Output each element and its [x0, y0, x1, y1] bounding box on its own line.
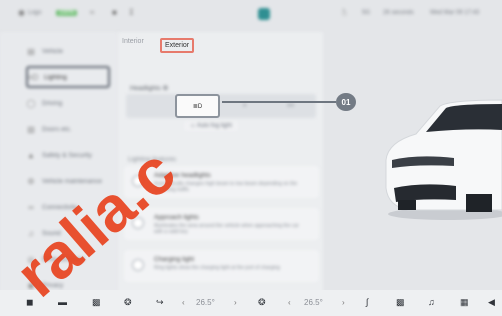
volume-icon[interactable]: ◀	[488, 297, 495, 308]
sidebar: ▤ Vehicle ≡D Lighting ◯ Driving ▧ Doors …	[0, 32, 118, 300]
temp-right-decrease[interactable]: ‹	[288, 298, 291, 307]
adaptive-headlights-checkbox[interactable]	[132, 175, 144, 187]
status-bar: ◉ Logo 100% ≈ ■ ↧ ᚢ 5G 26 seconds Wed Ma…	[0, 0, 502, 26]
tab-exterior[interactable]: Exterior	[160, 38, 195, 53]
card-title: Approach lights	[154, 214, 199, 221]
card-description: Ring lights show the charging light at t…	[154, 265, 280, 271]
headlights-option-position[interactable]: ≡	[222, 94, 267, 118]
low-beam-icon: ≣D	[192, 103, 203, 110]
temp-left-decrease[interactable]: ‹	[182, 298, 185, 307]
speaker-icon: ♫	[28, 228, 34, 238]
sidebar-item-sound[interactable]: ♫ Sound	[26, 222, 112, 244]
approach-lights-checkbox[interactable]	[132, 217, 144, 229]
sidebar-item-label: Doors etc.	[42, 125, 72, 133]
battery-badge: 100%	[56, 10, 78, 16]
lighting-features-label: Lighting features	[128, 156, 177, 163]
sidebar-item-connectivity[interactable]: ∞ Connectivity	[26, 196, 112, 218]
temp-right-increase[interactable]: ›	[342, 298, 345, 307]
seat-icon[interactable]: ▩	[396, 297, 405, 308]
car-icon: ▤	[27, 46, 35, 56]
seat-icon[interactable]: ▩	[92, 297, 101, 308]
front-wheel-left	[398, 200, 416, 210]
headlights-label: Headlights ⚙	[130, 85, 169, 92]
sidebar-item-label: Sound	[42, 229, 61, 237]
headlights-option-high[interactable]: ≡≡	[268, 94, 313, 118]
card-adaptive-headlights[interactable]: Adaptive headlights Automatically change…	[124, 166, 319, 198]
music-icon[interactable]: ♫	[428, 297, 435, 307]
sidebar-item-vehicle[interactable]: ▤ Vehicle	[26, 40, 112, 62]
card-charging-light[interactable]: Charging light Ring lights show the char…	[124, 250, 319, 282]
card-description: Automatically changes high beam to low b…	[154, 181, 298, 193]
lock-icon: ◉	[18, 8, 25, 17]
shield-icon: ▲	[27, 150, 35, 160]
car-icon[interactable]: ▬	[58, 297, 67, 307]
sidebar-item-label: Vehicle maintenance	[42, 177, 102, 185]
temp-left-value: 26.5°	[196, 298, 215, 307]
folder-icon: ■	[112, 8, 117, 17]
fan-icon[interactable]: ❂	[124, 297, 132, 308]
sidebar-item-safety[interactable]: ▲ Safety & Security	[26, 144, 112, 166]
auto-fog-light-label: Auto fog light	[196, 123, 232, 129]
fan-icon[interactable]: ❂	[258, 297, 266, 308]
lock-icon: ◉	[27, 280, 35, 290]
sidebar-item-label: Vehicle	[42, 47, 63, 55]
temp-left-increase[interactable]: ›	[234, 298, 237, 307]
seat-heat-icon[interactable]: ∫	[366, 297, 368, 307]
sidebar-item-label: Connectivity	[42, 203, 78, 211]
home-icon[interactable]: ◼	[26, 297, 33, 308]
sidebar-item-label: Driving	[42, 99, 63, 107]
apps-icon[interactable]: ▦	[460, 297, 469, 308]
auto-fog-light-toggle[interactable]: ☼ Auto fog light	[184, 121, 238, 131]
clock-text: 26 seconds	[383, 10, 414, 16]
headlights-option-off[interactable]	[128, 94, 173, 118]
door-icon: ▧	[27, 124, 35, 134]
card-title: Adaptive headlights	[154, 172, 211, 179]
link-icon: ∞	[28, 202, 34, 212]
callout-number: 01	[336, 93, 356, 111]
card-title: Charging light	[154, 256, 195, 263]
status-logo-text: Logo	[28, 10, 42, 16]
callout-line	[222, 101, 336, 103]
card-description: Illuminates the area around the vehicle …	[154, 223, 299, 235]
headlights-option-low-beam[interactable]: ≣D	[175, 94, 220, 118]
wifi-icon: ≈	[90, 8, 95, 17]
front-wheel-right	[466, 194, 492, 212]
assist-icon: ◎	[27, 254, 35, 264]
sidebar-item-drive-assistant[interactable]: ◎ Drive assistant	[26, 248, 112, 270]
sidebar-item-label: Privacy	[42, 281, 64, 289]
sidebar-item-lighting[interactable]: ≡D Lighting	[26, 66, 110, 88]
fog-light-icon: ☼	[190, 123, 197, 129]
temp-right-value: 26.5°	[304, 298, 323, 307]
download-icon: ↧	[128, 8, 135, 17]
sidebar-item-doors[interactable]: ▧ Doors etc.	[26, 118, 112, 140]
sidebar-item-label: Safety & Security	[42, 151, 92, 159]
bluetooth-icon: ᚢ	[342, 8, 347, 17]
sidebar-item-maintenance[interactable]: ⚙ Vehicle maintenance	[26, 170, 112, 192]
headlight-icon: ≡D	[28, 72, 39, 82]
sidebar-item-label: Drive assistant	[42, 255, 85, 263]
tab-interior[interactable]: Interior	[122, 38, 144, 45]
phone-icon[interactable]: ↪	[156, 297, 164, 308]
steering-icon: ◯	[26, 98, 36, 108]
sidebar-item-driving[interactable]: ◯ Driving	[26, 92, 112, 114]
card-approach-lights[interactable]: Approach lights Illuminates the area aro…	[124, 208, 319, 240]
car-illustration	[385, 99, 502, 220]
car-grille	[394, 184, 456, 202]
date-text: Wed Mar 09 17:43	[430, 10, 480, 16]
charging-light-checkbox[interactable]	[132, 259, 144, 271]
wrench-icon: ⚙	[27, 176, 35, 186]
app-icon[interactable]	[258, 8, 270, 20]
signal-text: 5G	[362, 10, 371, 16]
sidebar-item-label: Lighting	[44, 73, 67, 81]
bottom-dock: ◼ ▬ ▩ ❂ ↪ ‹ 26.5° › ❂ ‹ 26.5° › ∫ ▩ ♫ ▦ …	[0, 290, 502, 316]
